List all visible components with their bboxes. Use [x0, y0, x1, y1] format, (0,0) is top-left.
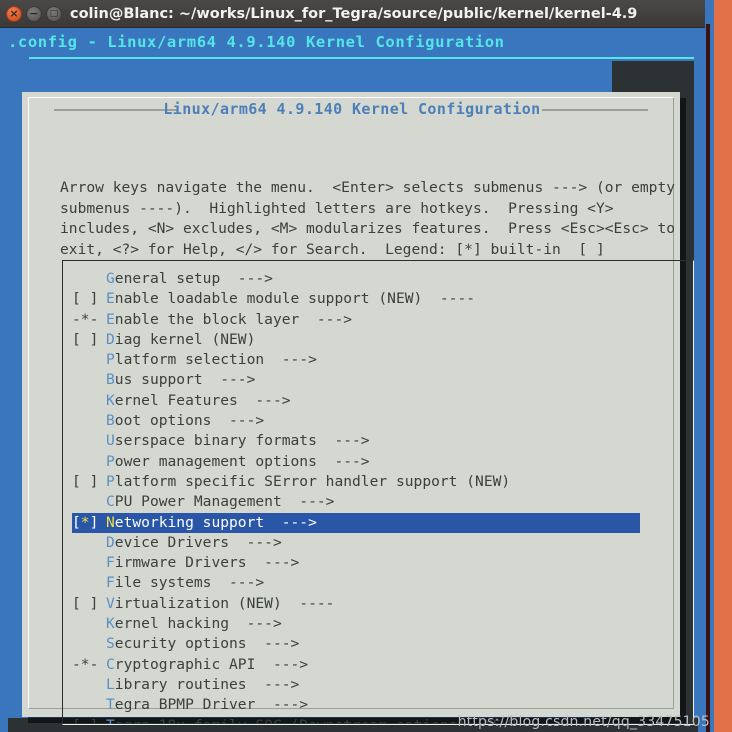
menu-item-label: PU Power Management --->	[114, 493, 335, 511]
menu-item-hotkey: N	[106, 513, 115, 531]
menu-item-state: [ ]	[72, 594, 99, 612]
menu-item-label: irmware Drivers --->	[114, 554, 300, 572]
menu-item-hotkey: E	[106, 290, 115, 308]
menu-item-hotkey: U	[106, 432, 115, 450]
menu-item[interactable]: Library routines --->	[72, 675, 692, 695]
menu-item-hotkey: G	[106, 270, 115, 287]
menu-item-hotkey: B	[106, 412, 115, 430]
menu-item[interactable]: Kernel Features --->	[72, 391, 692, 411]
menu-item-label: latform selection --->	[114, 351, 317, 369]
menu-item[interactable]: General setup --->	[72, 269, 692, 289]
menu-item[interactable]: [ ] Platform specific SError handler supp…	[72, 472, 692, 492]
window-title: colin@Blanc: ~/works/Linux_for_Tegra/sou…	[70, 6, 638, 22]
menu-item-label: serspace binary formats --->	[114, 432, 370, 450]
menu-item-hotkey: B	[106, 371, 115, 389]
menu-item-state: [*]	[72, 513, 99, 531]
menu-item-hotkey: F	[106, 574, 115, 592]
menu-item[interactable]: Platform selection --->	[72, 350, 692, 370]
menu-item-label: irtualization (NEW) ----	[114, 594, 335, 612]
menu-item-label: iag kernel (NEW)	[114, 330, 256, 348]
menu-item-hotkey: C	[106, 493, 115, 511]
menu-item-label: eneral setup --->	[114, 270, 273, 287]
menu-item[interactable]: CPU Power Management --->	[72, 492, 692, 512]
menu-item-label: etworking support --->	[114, 513, 317, 531]
close-icon[interactable]: ×	[6, 6, 22, 22]
menu-item-state: -*-	[72, 310, 99, 328]
close-glyph: ×	[9, 7, 19, 20]
terminal-client-area[interactable]: .config - Linux/arm64 4.9.140 Kernel Con…	[0, 28, 705, 732]
menu-item-label: ile systems --->	[114, 574, 265, 592]
menu-item[interactable]: Tegra BPMP Driver --->	[72, 695, 692, 715]
menu-item-label: oot options --->	[114, 412, 265, 430]
menu-listbox[interactable]: General setup --->[ ] Enable loadable mod…	[62, 260, 694, 725]
menu-item[interactable]: Firmware Drivers --->	[72, 553, 692, 573]
config-heading-rule	[29, 57, 694, 59]
menu-item-hotkey: K	[106, 391, 115, 409]
menu-item-label: ernel hacking --->	[114, 615, 282, 633]
window-titlebar[interactable]: × − □ colin@Blanc: ~/works/Linux_for_Teg…	[0, 0, 705, 28]
dialog-caption-row: Linux/arm64 4.9.140 Kernel Configuration	[30, 98, 674, 120]
config-heading: .config - Linux/arm64 4.9.140 Kernel Con…	[8, 33, 505, 51]
menu-item-hotkey: D	[106, 330, 115, 348]
menu-item-label: egra BPMP Driver --->	[114, 696, 309, 714]
dialog-title: Linux/arm64 4.9.140 Kernel Configuration	[163, 100, 541, 118]
menu-item[interactable]: [ ] Diag kernel (NEW)	[72, 330, 692, 350]
menu-item-hotkey: V	[106, 594, 115, 612]
watermark-text: https://blog.csdn.net/qq_33475105	[457, 714, 710, 730]
menu-item-label: latform specific SError handler support …	[114, 472, 511, 490]
menu-item-label: ernel Features --->	[114, 391, 291, 409]
menu-item-hotkey: F	[106, 554, 115, 572]
menu-item-label: evice Drivers --->	[114, 533, 282, 551]
menu-item[interactable]: Security options --->	[72, 634, 692, 654]
menu-item[interactable]: -*- Cryptographic API --->	[72, 655, 692, 675]
menu-item-hotkey: K	[106, 615, 115, 633]
minimize-glyph: −	[29, 7, 39, 20]
menu-item-state: -*-	[72, 655, 99, 673]
menu-item-state: [ ]	[72, 472, 99, 490]
menu-item-state: [ ]	[72, 290, 99, 308]
menu-item-hotkey: E	[106, 310, 115, 328]
menu-item[interactable]: Bus support --->	[72, 370, 692, 390]
maximize-icon[interactable]: □	[46, 6, 62, 22]
menu-item[interactable]: File systems --->	[72, 573, 692, 593]
menu-item-label: nable loadable module support (NEW) ----	[114, 290, 476, 308]
menu-item-hotkey: P	[106, 351, 115, 369]
menu-item-hotkey: T	[106, 696, 115, 714]
dialog-help-text: Arrow keys navigate the menu. <Enter> se…	[60, 179, 676, 258]
menu-item-hotkey: S	[106, 635, 115, 653]
menu-list: General setup --->[ ] Enable loadable mod…	[72, 269, 692, 724]
desktop-dark-seam	[706, 24, 710, 732]
menu-item-hotkey: P	[106, 472, 115, 490]
menu-item[interactable]: [ ] Virtualization (NEW) ----	[72, 594, 692, 614]
menu-item[interactable]: -*- Enable the block layer --->	[72, 310, 692, 330]
menu-item-state: [ ]	[72, 330, 99, 348]
menu-item[interactable]: Device Drivers --->	[72, 533, 692, 553]
terminal-window: × − □ colin@Blanc: ~/works/Linux_for_Teg…	[0, 0, 705, 732]
menu-item-state: [ ]	[72, 716, 106, 724]
menu-item-label: ibrary routines --->	[114, 675, 300, 693]
menu-item[interactable]: Kernel hacking --->	[72, 614, 692, 634]
menu-item[interactable]: [ ] Enable loadable module support (NEW) …	[72, 289, 692, 309]
menu-item-label: ower management options --->	[114, 452, 370, 470]
maximize-glyph: □	[49, 9, 59, 19]
menu-item[interactable]: Userspace binary formats --->	[72, 431, 692, 451]
menu-item-hotkey: D	[106, 533, 115, 551]
menu-item-label: nable the block layer --->	[114, 310, 353, 328]
menu-item-hotkey: C	[106, 655, 115, 673]
menu-item-label: ecurity options --->	[114, 635, 300, 653]
menu-item-hotkey: L	[106, 675, 115, 693]
menu-item-hotkey: P	[106, 452, 115, 470]
minimize-icon[interactable]: −	[26, 6, 42, 22]
menu-item[interactable]: Power management options --->	[72, 452, 692, 472]
menu-item-selected[interactable]: [*] Networking support --->	[72, 512, 640, 533]
menuconfig-dialog: Linux/arm64 4.9.140 Kernel Configuration…	[22, 92, 694, 725]
menu-item[interactable]: Boot options --->	[72, 411, 692, 431]
menu-item-label: ryptographic API --->	[114, 655, 309, 673]
menu-item-hotkey: T	[106, 717, 115, 724]
menu-item-label: us support --->	[114, 371, 256, 389]
